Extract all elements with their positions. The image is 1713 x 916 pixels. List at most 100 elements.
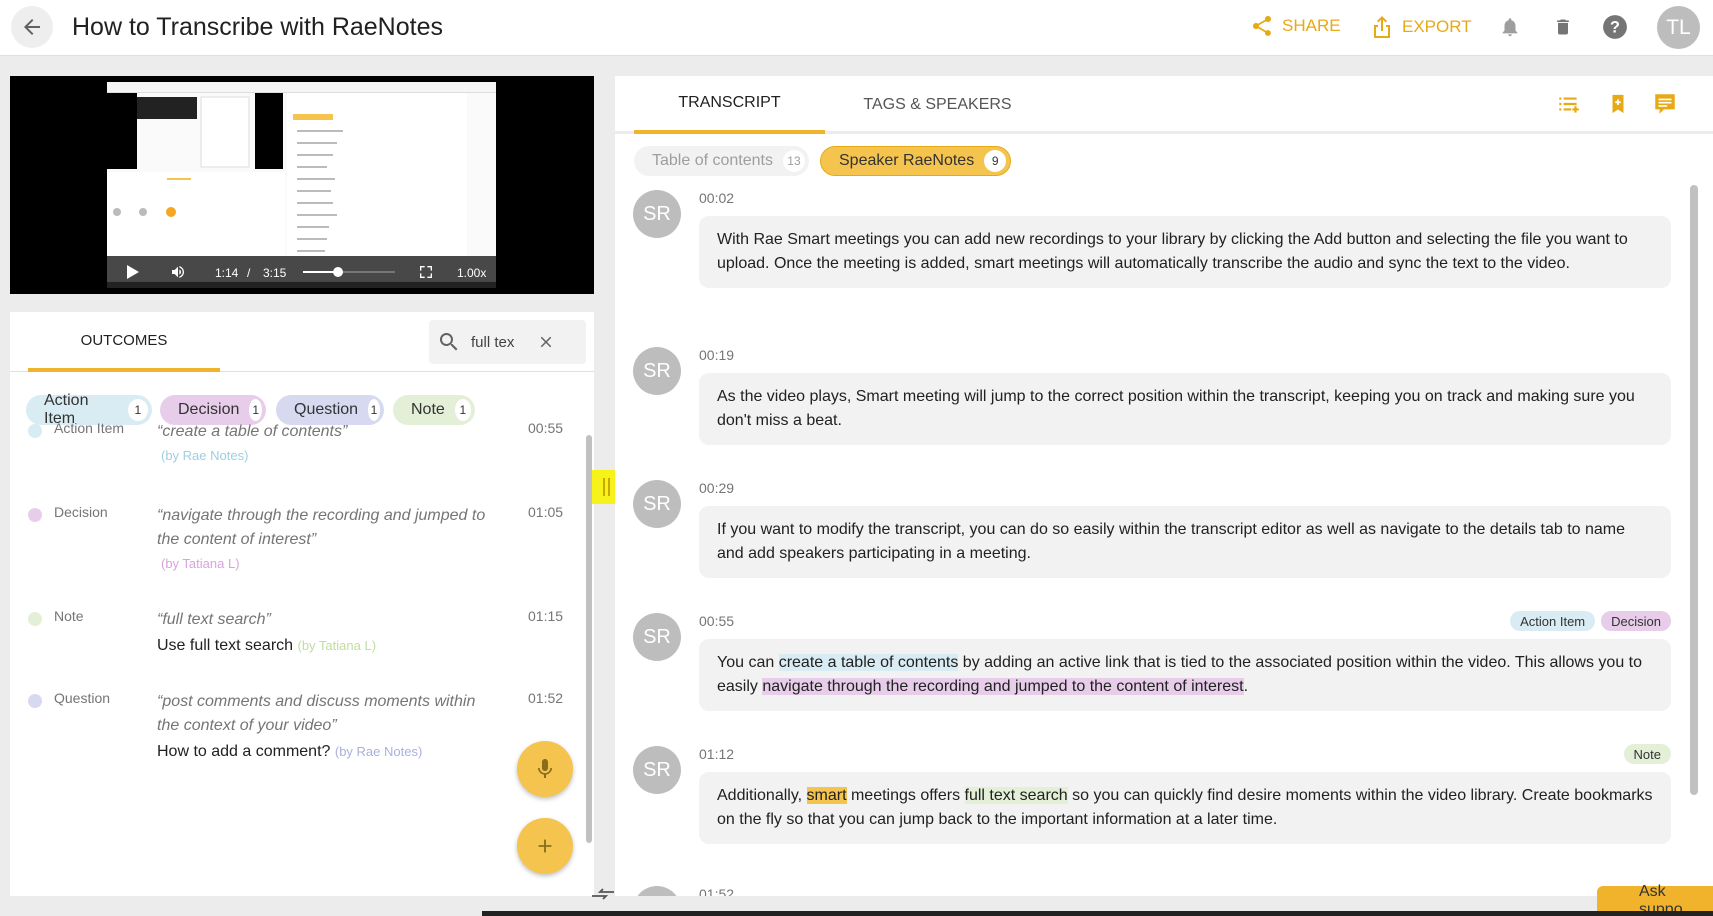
filter-count: 13 (782, 150, 805, 172)
transcript-text[interactable]: If you want to modify the transcript, yo… (699, 506, 1671, 578)
bottom-strip (482, 911, 1713, 916)
tab-outcomes[interactable]: OUTCOMES (28, 312, 220, 372)
notifications-button[interactable] (1497, 14, 1523, 40)
search-icon (440, 333, 458, 351)
outcomes-search (429, 320, 586, 364)
tab-tags-speakers[interactable]: TAGS & SPEAKERS (840, 76, 1035, 134)
bookmark-button[interactable] (1604, 90, 1632, 118)
seek-handle[interactable] (332, 267, 343, 277)
play-icon (127, 265, 139, 279)
export-button[interactable]: EXPORT (1370, 14, 1472, 40)
speaker-avatar: SR (633, 190, 681, 238)
chip-count: 1 (454, 399, 471, 421)
swap-panels-button[interactable] (590, 884, 616, 909)
playback-speed[interactable]: 1.00x (457, 266, 486, 280)
table-of-contents-button[interactable] (1555, 90, 1583, 118)
transcript-scrollbar[interactable] (1690, 185, 1698, 795)
filter-label: Table of contents (652, 152, 773, 169)
filter-label: Speaker RaeNotes (839, 152, 975, 169)
play-button[interactable] (125, 265, 139, 282)
speaker-avatar: SR (633, 746, 681, 794)
outcome-dot (28, 508, 42, 522)
video-player[interactable]: 1:14 / 3:15 1.00x (10, 76, 594, 294)
outcome-quote: “navigate through the recording and jump… (157, 504, 497, 576)
export-label: EXPORT (1402, 17, 1472, 36)
outcome-quote: “full text search” Use full text search (… (157, 608, 497, 658)
record-button[interactable] (517, 741, 573, 797)
highlight[interactable]: smart (806, 787, 847, 804)
chip-count: 1 (368, 399, 380, 421)
outcome-dot (28, 612, 42, 626)
transcript-text[interactable]: Additionally, smart meetings offers full… (699, 772, 1671, 844)
back-button[interactable] (11, 6, 53, 48)
bookmark-add-icon (1612, 94, 1624, 114)
outcome-type: Action Item (54, 420, 125, 436)
tag-decision[interactable]: Decision (1601, 611, 1671, 631)
transcript-text[interactable]: As the video plays, Smart meeting will j… (699, 373, 1671, 445)
plus-icon (538, 839, 552, 853)
search-input[interactable] (471, 333, 527, 351)
comment-button[interactable] (1651, 90, 1679, 118)
transcript-text[interactable]: With Rae Smart meetings you can add new … (699, 216, 1671, 288)
outcome-type: Question (54, 690, 111, 706)
outcome-author: (by Tatiana L) (161, 556, 240, 571)
highlight[interactable]: full text search (964, 787, 1068, 804)
outcome-quote: “create a table of contents” (by Rae Note… (157, 420, 497, 468)
entry-timestamp: 00:19 (699, 347, 735, 363)
share-label: SHARE (1282, 16, 1341, 35)
outcome-detail: How to add a comment? (by Rae Notes) (157, 740, 497, 764)
chip-label: Decision (178, 401, 240, 418)
outcome-author: (by Tatiana L) (297, 638, 377, 653)
outcome-detail: (by Tatiana L) (157, 552, 497, 576)
outcome-type: Decision (54, 504, 108, 520)
highlight[interactable]: create a table of contents (778, 654, 959, 671)
swap-icon (592, 888, 614, 900)
close-icon[interactable] (537, 333, 555, 351)
fullscreen-button[interactable] (418, 264, 434, 283)
outcome-detail: (by Rae Notes) (157, 444, 497, 468)
time-separator: / (247, 266, 251, 280)
entry-tags: Action Item Decision (1510, 611, 1671, 631)
transcript-text[interactable]: You can create a table of contents by ad… (699, 639, 1671, 711)
export-icon (1374, 16, 1390, 38)
seek-bar[interactable] (303, 267, 395, 277)
help-button[interactable]: ? (1602, 14, 1628, 40)
chip-count: 1 (249, 399, 262, 421)
user-avatar[interactable]: TL (1657, 6, 1700, 49)
page-title: How to Transcribe with RaeNotes (72, 13, 443, 41)
delete-button[interactable] (1550, 14, 1576, 40)
microphone-icon (538, 759, 552, 778)
outcome-quote: “post comments and discuss moments withi… (157, 690, 497, 764)
svg-text:?: ? (1610, 18, 1620, 36)
entry-timestamp: 01:52 (699, 886, 735, 896)
share-button[interactable]: SHARE (1250, 14, 1341, 38)
speaker-avatar: SR (633, 347, 681, 395)
tag-note[interactable]: Note (1623, 744, 1671, 764)
outcome-quote-text: “navigate through the recording and jump… (157, 507, 486, 548)
chip-count: 1 (127, 399, 148, 421)
outcome-quote-text: “create a table of contents” (157, 423, 348, 440)
filter-speaker-raenotes[interactable]: Speaker RaeNotes 9 (820, 146, 1012, 176)
tab-transcript[interactable]: TRANSCRIPT (634, 76, 825, 134)
chip-label: Note (411, 401, 445, 418)
highlight[interactable]: navigate through the recording and jumpe… (762, 678, 1244, 695)
filter-table-of-contents[interactable]: Table of contents 13 (634, 146, 809, 176)
outcome-detail: Use full text search (by Tatiana L) (157, 634, 497, 658)
outcome-note: How to add a comment? (157, 743, 335, 760)
share-icon (1253, 16, 1271, 36)
volume-icon (172, 266, 184, 278)
entry-timestamp: 00:02 (699, 190, 735, 206)
volume-button[interactable] (169, 264, 187, 283)
outcomes-tabbar: OUTCOMES (10, 312, 594, 372)
outcome-time: 00:55 (528, 420, 564, 436)
entry-timestamp: 00:55 (699, 613, 735, 629)
outcome-note: Use full text search (157, 637, 298, 654)
transcript-panel: TRANSCRIPT TAGS & SPEAKERS Table of cont… (615, 76, 1713, 896)
help-icon: ? (1603, 15, 1627, 39)
outcome-time: 01:15 (528, 608, 564, 624)
outcome-time: 01:05 (528, 504, 564, 520)
transcript-tabbar: TRANSCRIPT TAGS & SPEAKERS (615, 76, 1713, 134)
bell-icon (1502, 18, 1518, 37)
add-outcome-button[interactable] (517, 818, 573, 874)
tag-action-item[interactable]: Action Item (1510, 611, 1596, 631)
